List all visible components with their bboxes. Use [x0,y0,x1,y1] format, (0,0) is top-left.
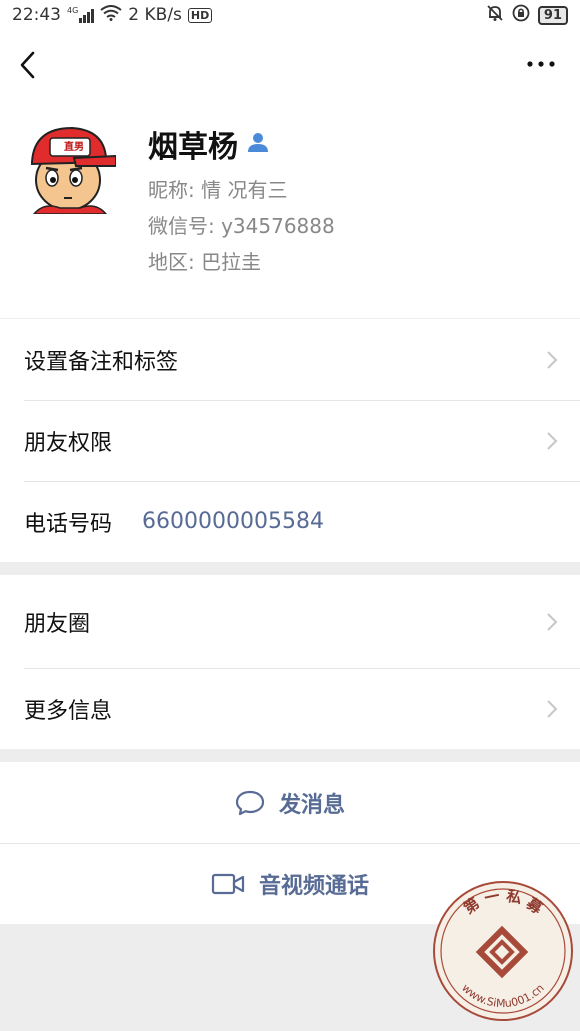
moments-section: 朋友圈 更多信息 [0,575,580,749]
more-dots-icon [527,61,555,67]
settings-section: 设置备注和标签 朋友权限 电话号码 6600000005584 [0,319,580,562]
hd-icon: HD [187,7,213,23]
phone-label: 电话号码 [24,511,113,537]
battery-icon: 91 [537,5,568,25]
chevron-right-icon [547,431,558,450]
profile-nickname: 昵称: 情 况有三 [148,178,288,202]
friend-permission-row[interactable]: 朋友权限 [0,400,580,481]
profile-region: 地区: 巴拉圭 [148,250,262,274]
net-speed: 2 KB/s [128,5,182,25]
moments-row[interactable]: 朋友圈 [0,575,580,668]
video-call-label: 音视频通话 [258,873,369,899]
avatar-cap-text: 直男 [64,142,84,153]
remark-tag-label: 设置备注和标签 [24,349,179,375]
moments-label: 朋友圈 [24,611,91,637]
profile-name: 烟草杨 [148,130,238,165]
profile-card: 直男 烟草杨 昵称: 情 况有三 微信号: y34576888 地区: 巴拉圭 [0,100,580,318]
avatar[interactable]: 直男 [24,122,116,214]
remark-tag-row[interactable]: 设置备注和标签 [0,319,580,400]
status-time: 22:43 [12,5,61,25]
more-info-label: 更多信息 [24,698,113,724]
back-arrow-icon [20,51,35,79]
rotation-lock-icon [512,4,530,27]
phone-number-link[interactable]: 6600000005584 [142,509,324,534]
chevron-right-icon [547,699,558,718]
watermark-seal: 第 一 私 募 www.SiMu001.cn [432,880,574,1022]
contact-person-icon [246,127,270,162]
status-bar: 22:43 4G 2 KB/s HD 91 [0,0,580,30]
status-left: 22:43 4G 2 KB/s HD [12,4,213,26]
profile-wechat-id: 微信号: y34576888 [148,214,335,238]
wifi-icon [100,4,122,26]
watermark-logo: 第 一 私 募 www.SiMu001.cn [433,881,573,1021]
phone-row: 电话号码 6600000005584 [0,481,580,562]
friend-permission-label: 朋友权限 [24,430,113,456]
nav-bar [0,30,580,100]
signal-text: 4G [67,6,79,15]
more-button[interactable] [524,54,558,74]
status-right: 91 [486,4,568,27]
send-message-label: 发消息 [278,792,345,818]
chat-bubble-icon [235,790,265,815]
profile-name-row: 烟草杨 [148,122,270,166]
avatar-image [24,122,116,214]
chevron-right-icon [547,612,558,631]
mute-bell-icon [486,4,504,27]
video-camera-icon [211,873,245,894]
back-button[interactable] [14,48,44,82]
send-message-button[interactable]: 发消息 [0,762,580,843]
chevron-right-icon [547,350,558,369]
more-info-row[interactable]: 更多信息 [0,668,580,749]
signal-icon: 4G [67,6,95,23]
